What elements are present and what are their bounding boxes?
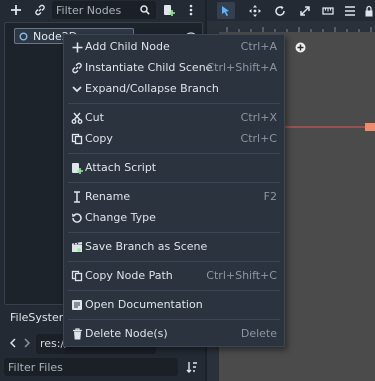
menu-item-label: Attach Script <box>85 161 157 174</box>
copy-path-icon <box>70 269 84 283</box>
copy-icon <box>70 132 84 146</box>
menu-item-label: Copy Node Path <box>85 269 173 282</box>
menu-separator <box>68 261 280 262</box>
menu-item-label: Rename <box>85 190 131 203</box>
filter-nodes-field[interactable] <box>52 1 156 19</box>
filesystem-title: FileSystem <box>10 311 70 324</box>
lock-button[interactable] <box>362 2 375 19</box>
menu-item-label: Copy <box>85 132 113 145</box>
menu-item-add-child-node[interactable]: Add Child Node Ctrl+A <box>64 37 284 57</box>
menu-item-instantiate-child-scene[interactable]: Instantiate Child Scene Ctrl+Shift+A <box>64 58 284 78</box>
sort-icon <box>186 362 197 373</box>
menu-item-label: Delete Node(s) <box>85 327 168 340</box>
filter-files-field[interactable] <box>4 358 178 376</box>
menu-item-label: Cut <box>85 111 104 124</box>
chevron-right-icon <box>24 338 30 348</box>
menu-item-save-branch-as-scene[interactable]: Save Branch as Scene <box>64 237 284 257</box>
filter-files-input[interactable] <box>8 359 168 375</box>
add-icon <box>11 5 21 15</box>
menu-item-rename[interactable]: Rename F2 <box>64 187 284 207</box>
add-marker-icon <box>295 42 306 53</box>
menu-item-label: Save Branch as Scene <box>85 240 208 253</box>
menu-item-shortcut: Delete <box>240 327 277 340</box>
menu-item-label: Add Child Node <box>85 40 170 53</box>
menu-item-attach-script[interactable]: Attach Script <box>64 158 284 178</box>
menu-separator <box>68 153 280 154</box>
menu-item-shortcut: F2 <box>263 190 277 203</box>
menu-separator <box>68 319 280 320</box>
filter-nodes-input[interactable] <box>56 2 132 18</box>
menu-separator <box>68 232 280 233</box>
link-icon <box>35 4 45 16</box>
link-icon <box>70 61 84 75</box>
menu-separator <box>68 290 280 291</box>
menu-item-label: Open Documentation <box>85 298 203 311</box>
ruler-icon <box>322 6 334 15</box>
node-context-menu: Add Child Node Ctrl+A Instantiate Child … <box>63 34 285 347</box>
more-options-button[interactable] <box>184 2 198 18</box>
menu-item-label: Instantiate Child Scene <box>85 61 213 74</box>
menu-item-shortcut: Ctrl+C <box>240 132 277 145</box>
menu-item-shortcut: Ctrl+Shift+A <box>206 61 277 74</box>
kebab-menu-icon <box>189 4 193 16</box>
rotate-icon <box>275 5 285 16</box>
list-mode-button[interactable] <box>342 2 358 19</box>
add-icon <box>70 40 84 54</box>
cursor-arrow-icon <box>222 5 229 16</box>
menu-separator <box>68 182 280 183</box>
forward-button[interactable] <box>22 336 32 350</box>
list-icon <box>345 5 355 16</box>
horizontal-ruler <box>219 21 375 32</box>
node2d-icon <box>19 32 28 41</box>
instantiate-scene-button[interactable] <box>32 2 48 18</box>
menu-item-copy-node-path[interactable]: Copy Node Path Ctrl+Shift+C <box>64 266 284 286</box>
attach-script-button[interactable] <box>160 2 178 18</box>
lock-icon <box>365 5 372 16</box>
help-icon <box>70 298 84 312</box>
menu-item-shortcut: Ctrl+Shift+C <box>206 269 277 282</box>
sort-files-button[interactable] <box>184 359 200 375</box>
clapperboard-icon <box>70 240 84 254</box>
add-node-button[interactable] <box>8 2 24 18</box>
menu-item-open-documentation[interactable]: Open Documentation <box>64 295 284 315</box>
move-icon <box>249 4 261 17</box>
menu-item-shortcut: Ctrl+X <box>240 111 277 124</box>
rotate-icon <box>70 211 84 225</box>
menu-item-shortcut: Ctrl+A <box>240 40 277 53</box>
move-mode-button[interactable] <box>247 2 263 19</box>
menu-item-expand-collapse-branch[interactable]: Expand/Collapse Branch <box>64 79 284 99</box>
menu-separator <box>68 103 280 104</box>
chevron-left-icon <box>10 338 16 348</box>
menu-item-delete-nodes[interactable]: Delete Node(s) Delete <box>64 324 284 344</box>
search-icon <box>140 5 150 15</box>
select-mode-button[interactable] <box>217 2 235 19</box>
chevron-down-icon <box>70 82 84 96</box>
scissors-icon <box>70 111 84 125</box>
ruler-mode-button[interactable] <box>320 2 336 19</box>
menu-item-copy[interactable]: Copy Ctrl+C <box>64 129 284 149</box>
script-add-icon <box>164 5 175 16</box>
script-icon <box>70 161 84 175</box>
text-cursor-icon <box>70 190 84 204</box>
origin-handle <box>365 123 375 131</box>
rotate-mode-button[interactable] <box>272 2 288 19</box>
trash-icon <box>70 327 84 341</box>
menu-item-cut[interactable]: Cut Ctrl+X <box>64 108 284 128</box>
menu-item-label: Expand/Collapse Branch <box>85 82 219 95</box>
scale-mode-button[interactable] <box>297 2 313 19</box>
scale-icon <box>300 5 310 16</box>
menu-item-change-type[interactable]: Change Type <box>64 208 284 228</box>
back-button[interactable] <box>8 336 18 350</box>
canvas-toolbar <box>207 0 375 21</box>
menu-item-label: Change Type <box>85 211 156 224</box>
